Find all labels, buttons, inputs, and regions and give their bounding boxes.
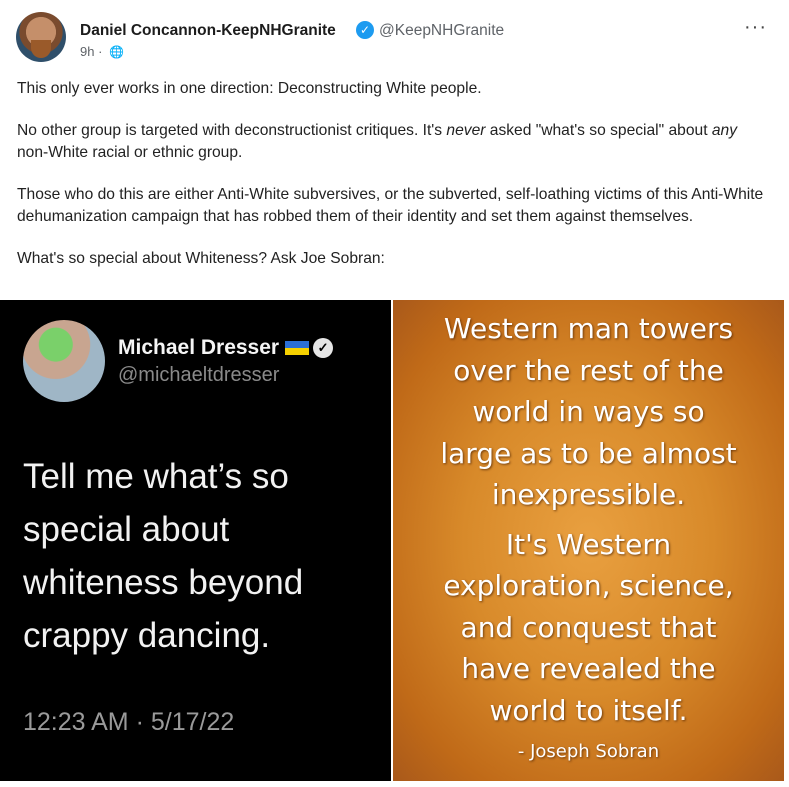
post-paragraph: Those who do this are either Anti-White …	[17, 186, 764, 225]
quote-line: world in ways so	[472, 395, 705, 428]
tweet-author-name: Michael Dresser ✓	[118, 336, 334, 360]
quote-attribution: - Joseph Sobran	[517, 741, 660, 762]
post-paragraph: This only ever works in one direction: D…	[17, 80, 482, 97]
author-avatar[interactable]	[16, 12, 66, 62]
ukraine-flag-icon	[285, 341, 310, 356]
post-meta: 9h · 🌐	[80, 44, 124, 59]
quote-line: Western man towers	[443, 312, 734, 345]
left-image[interactable]: Michael Dresser ✓ @michaeltdresser Tell m…	[0, 300, 391, 781]
right-image[interactable]: Western man towers over the rest of the …	[393, 300, 784, 781]
quote-line: and conquest that	[460, 610, 717, 644]
quote-line: It's Western	[505, 527, 672, 561]
post-paragraph: What's so special about Whiteness? Ask J…	[17, 250, 385, 267]
quote-line: over the rest of the	[453, 353, 724, 387]
tweet-time: 12:23 AM · 5/17/22	[23, 708, 235, 736]
tweet-avatar	[23, 320, 105, 402]
avatar-beard	[31, 40, 51, 58]
quote-spacer	[403, 516, 774, 524]
quote-text: Western man towers over the rest of the …	[403, 308, 774, 731]
quote-line: have revealed the	[461, 652, 716, 685]
post-body: This only ever works in one direction: D…	[17, 78, 767, 270]
tweet-author-name-text: Michael Dresser	[118, 336, 280, 359]
post-timestamp[interactable]: 9h	[80, 44, 94, 59]
post-paragraph: No other group is targeted with deconstr…	[17, 122, 738, 161]
globe-icon: 🌐	[109, 45, 124, 59]
tweet-text: Tell me what’s so special about whitenes…	[23, 457, 304, 655]
author-handle[interactable]: @KeepNHGranite	[379, 22, 504, 40]
quote-line: large as to be almost	[440, 436, 737, 470]
quote-line: world to itself.	[489, 693, 688, 727]
tweet-handle: @michaeltdresser	[118, 364, 280, 386]
author-name[interactable]: Daniel Concannon-KeepNHGranite	[80, 22, 336, 40]
verified-check-icon: ✓	[313, 338, 334, 359]
verified-badge-icon: ✓	[356, 21, 374, 39]
quote-line: exploration, science,	[443, 569, 734, 602]
quote-line: inexpressible.	[491, 478, 686, 511]
more-options-icon[interactable]: ···	[744, 16, 767, 39]
